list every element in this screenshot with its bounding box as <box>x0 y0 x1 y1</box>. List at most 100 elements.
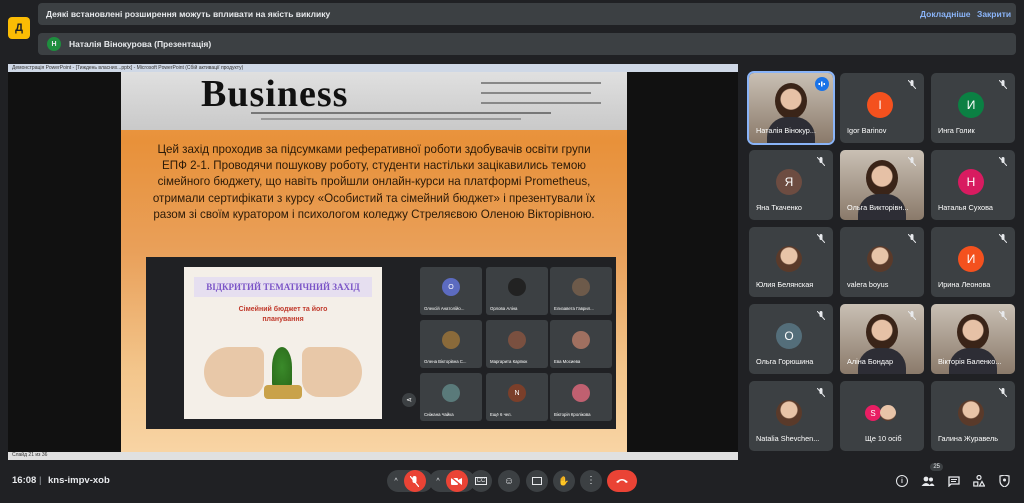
participant-name: Галина Журавель <box>938 434 999 443</box>
meet-window: Д Деякі встановлені розширення можуть вп… <box>0 0 1024 503</box>
presenter-avatar: Н <box>47 37 61 51</box>
emoji-button[interactable]: ☺ <box>498 470 520 492</box>
activities-button[interactable] <box>966 470 992 492</box>
participant-name: Igor Barinov <box>847 126 887 135</box>
inner-participant-avatar <box>442 384 460 402</box>
host-controls-button[interactable] <box>991 470 1017 492</box>
participant-avatar: I <box>867 92 893 118</box>
mic-off-icon <box>908 80 916 89</box>
inner-participant-name: Елизавета Гаврил... <box>554 306 594 311</box>
participant-tile[interactable]: valera boyus <box>840 227 924 297</box>
ppt-status-bar: Слайд 21 из 36 <box>8 452 738 460</box>
info-button[interactable]: i <box>889 470 915 492</box>
lock-icon <box>998 475 1010 487</box>
participant-avatar: И <box>958 92 984 118</box>
camera-button[interactable]: ^ <box>429 470 475 492</box>
chat-button[interactable] <box>941 470 967 492</box>
meeting-code: kns-impv-xob <box>48 475 110 486</box>
hand-icon: ✋ <box>558 475 570 486</box>
slide: Business Цей захід проходив за підсумкам… <box>121 72 627 452</box>
mic-button[interactable]: ^ <box>387 470 433 492</box>
participant-name: Инга Голик <box>938 126 975 135</box>
slide-paragraph: Цей захід проходив за підсумками реферат… <box>152 143 596 221</box>
activities-icon <box>973 475 985 487</box>
close-banner-link[interactable]: Закрити <box>977 9 1011 19</box>
inner-participant-tile: Олена Вікторівна С... <box>420 320 482 368</box>
mic-off-icon[interactable] <box>403 470 426 492</box>
mic-off-icon <box>908 157 916 166</box>
phone-hangup-icon <box>616 479 628 483</box>
mic-options-chevron-icon[interactable]: ^ <box>394 478 397 485</box>
learn-more-link[interactable]: Докладніше <box>920 9 971 19</box>
participant-tile[interactable]: И Инга Голик <box>931 73 1015 143</box>
clock-time: 16:08 <box>12 475 37 486</box>
participant-tile[interactable]: Natalia Shevchen... <box>749 381 833 451</box>
extension-warning-banner: Деякі встановлені розширення можуть впли… <box>38 3 1016 25</box>
participant-tile[interactable]: Ольга Викторівн... <box>840 150 924 220</box>
inner-slide-subtitle: Сімейний бюджет та його планування <box>238 306 328 323</box>
participant-photo <box>880 405 896 421</box>
raise-hand-button[interactable]: ✋ <box>553 470 575 492</box>
participant-tile[interactable]: Я Яна Ткаченко <box>749 150 833 220</box>
mic-off-icon <box>817 311 825 320</box>
participant-name: Ольга Горюшина <box>756 357 814 366</box>
participant-name: Наталія Вінокур... <box>756 126 816 135</box>
participant-photo <box>776 400 802 426</box>
inner-participant-name: Вікторія Кролікова <box>554 412 591 417</box>
people-button[interactable]: 25 <box>915 463 943 492</box>
presentation-window: Демонстрація PowerPoint - [Тиждень власн… <box>8 64 738 460</box>
participant-name: Аліна Бондар <box>847 357 894 366</box>
inner-participant-name: Ева Мосиева <box>554 359 581 364</box>
inner-participant-avatar <box>508 331 526 349</box>
participant-photo <box>776 246 802 272</box>
participant-name: valera boyus <box>847 280 889 289</box>
participant-tile[interactable]: Аліна Бондар <box>840 304 924 374</box>
camera-options-chevron-icon[interactable]: ^ <box>436 478 439 485</box>
participant-name: Ольга Викторівн... <box>847 203 909 212</box>
captions-button[interactable]: CC <box>470 470 492 492</box>
newspaper-image: Business <box>121 72 627 130</box>
inner-participant-tile: Елизавета Гаврил... <box>550 267 612 315</box>
share-icon[interactable]: ⋖ <box>402 393 416 407</box>
inner-participant-name: Олексій Анатолійо... <box>424 306 465 311</box>
more-options-button[interactable]: ⋮ <box>580 470 602 492</box>
plant-icon <box>272 347 292 387</box>
participant-avatar: О <box>776 323 802 349</box>
participant-tile[interactable]: Галина Журавель <box>931 381 1015 451</box>
inner-participant-name: Олена Вікторівна С... <box>424 359 467 364</box>
inner-participant-name: Ещё 6 чел. <box>490 412 512 417</box>
participant-avatar: И <box>958 246 984 272</box>
participant-photo <box>958 400 984 426</box>
mic-off-icon <box>999 234 1007 243</box>
app-icon[interactable]: Д <box>8 17 30 39</box>
inner-participant-name: Маргарита Карпюк <box>490 359 528 364</box>
participant-tile[interactable]: И Ирина Леонова <box>931 227 1015 297</box>
participant-tile[interactable]: О Ольга Горюшина <box>749 304 833 374</box>
emoji-icon: ☺ <box>503 475 515 487</box>
inner-participant-avatar <box>572 384 590 402</box>
participant-tile[interactable]: Юлия Белянская <box>749 227 833 297</box>
speaking-indicator-icon <box>815 77 829 91</box>
inner-participant-tile: Маргарита Карпюк <box>486 320 548 368</box>
banner-text: Деякі встановлені розширення можуть впли… <box>46 9 331 19</box>
participant-tile[interactable]: I Igor Barinov <box>840 73 924 143</box>
business-headline: Business <box>201 73 349 115</box>
inner-slide: ВІДКРИТИЙ ТЕМАТИЧНИЙ ЗАХІД Сімейний бюдж… <box>184 267 382 419</box>
people-icon <box>921 476 935 486</box>
inner-participant-avatar <box>572 278 590 296</box>
mic-off-icon <box>908 234 916 243</box>
participant-tile[interactable]: Н Наталья Сухова <box>931 150 1015 220</box>
participant-tile[interactable]: S Ще 10 осіб <box>840 381 924 451</box>
ppt-title: Демонстрація PowerPoint - [Тиждень власн… <box>12 65 244 71</box>
participant-name: Наталья Сухова <box>938 203 993 212</box>
mic-off-icon <box>999 311 1007 320</box>
participant-tile[interactable]: Наталія Вінокур... <box>747 71 835 145</box>
participant-avatar: Н <box>958 169 984 195</box>
mic-off-icon <box>817 234 825 243</box>
present-button[interactable] <box>526 470 548 492</box>
leave-call-button[interactable] <box>607 470 637 492</box>
participant-name: Яна Ткаченко <box>756 203 802 212</box>
inner-participant-avatar <box>442 331 460 349</box>
participant-tile[interactable]: Вікторія Баленко... <box>931 304 1015 374</box>
camera-off-icon[interactable] <box>445 470 468 492</box>
